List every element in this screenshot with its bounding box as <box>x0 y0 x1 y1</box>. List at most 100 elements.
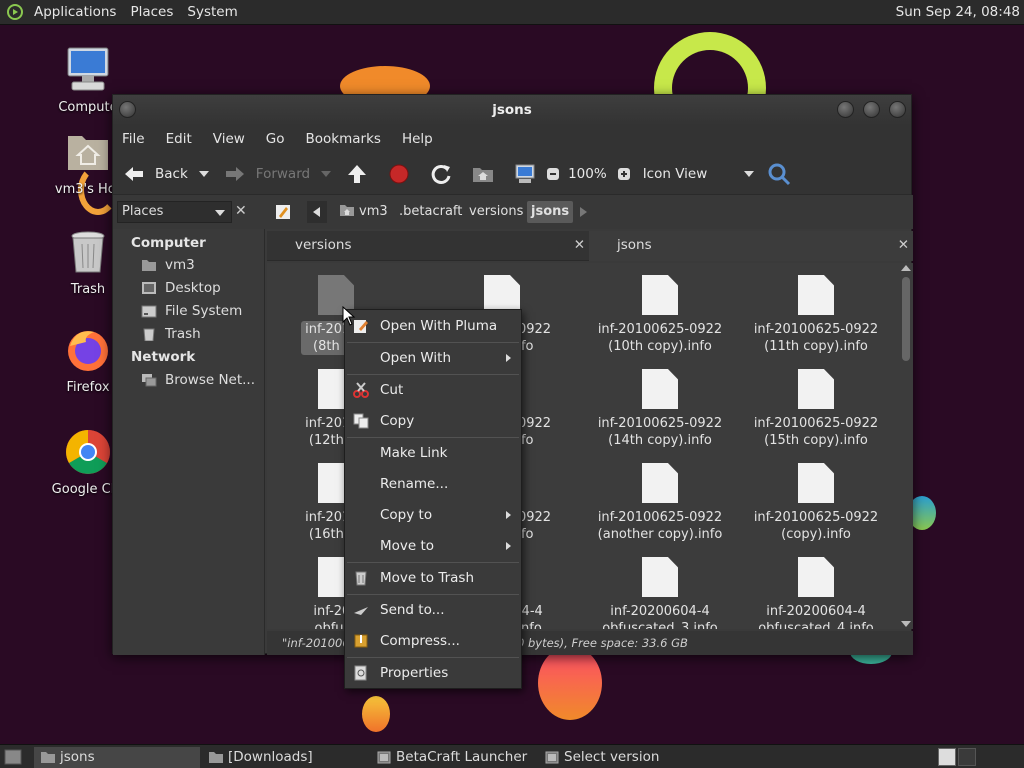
close-tab-icon[interactable]: ✕ <box>898 231 909 259</box>
taskbar-item-select-version[interactable]: Select version <box>538 747 704 768</box>
sidebar-item-vm3[interactable]: vm3 <box>141 257 195 273</box>
menu-item-make-link[interactable]: Make Link <box>345 440 521 466</box>
scroll-down-icon[interactable] <box>901 621 911 627</box>
computer-icon[interactable] <box>514 164 536 184</box>
sidebar-item-trash[interactable]: Trash <box>141 326 201 342</box>
zoom-level[interactable]: 100% <box>568 166 607 182</box>
file-item[interactable]: inf-20100625-0922 (copy).info <box>741 463 891 543</box>
tab-versions[interactable]: versions ✕ <box>267 231 589 261</box>
menu-bookmarks[interactable]: Bookmarks <box>306 131 381 147</box>
stop-icon[interactable] <box>388 163 410 185</box>
file-name: inf-20200604-4 obfuscated_4.info <box>758 604 874 629</box>
edit-location-icon[interactable] <box>275 204 291 220</box>
zoom-in-icon[interactable] <box>617 167 631 181</box>
forward-button[interactable]: Forward <box>224 165 310 183</box>
workspace-switcher-secondary[interactable] <box>958 748 976 766</box>
menu-item-copy[interactable]: Copy <box>345 408 521 434</box>
mate-logo-icon[interactable] <box>6 3 26 21</box>
submenu-arrow-icon <box>506 542 511 550</box>
system-menu[interactable]: System <box>187 4 237 20</box>
view-mode-select[interactable]: Icon View <box>643 166 755 182</box>
minimize-button[interactable] <box>837 101 854 118</box>
file-item[interactable]: inf-20200604-4 obfuscated_4.info <box>741 557 891 629</box>
menu-go[interactable]: Go <box>266 131 285 147</box>
menu-separator <box>347 657 519 658</box>
back-button[interactable]: Back <box>123 165 188 183</box>
close-tab-icon[interactable]: ✕ <box>574 231 585 259</box>
chevron-right-icon[interactable] <box>579 207 589 217</box>
file-item[interactable]: inf-20100625-0922 (15th copy).info <box>741 369 891 449</box>
breadcrumb-vm3[interactable]: vm3 <box>335 201 392 223</box>
applications-menu[interactable]: Applications <box>34 4 116 20</box>
file-name: inf-20100625-0922 (15th copy).info <box>753 416 879 448</box>
send-icon <box>354 607 368 615</box>
back-label: Back <box>155 165 188 182</box>
taskbar-item-label: [Downloads] <box>228 749 313 765</box>
tab-bar: versions ✕ jsons ✕ <box>267 231 913 261</box>
menu-separator <box>347 437 519 438</box>
wallpaper-pink-blob <box>538 646 602 720</box>
up-arrow-icon[interactable] <box>346 163 368 185</box>
scrollbar-thumb[interactable] <box>902 277 910 361</box>
file-item[interactable]: inf-20200604-4 obfuscated_3.info <box>585 557 735 629</box>
window-titlebar[interactable]: jsons <box>113 95 911 125</box>
menu-item-open-with-pluma[interactable]: Open With Pluma <box>345 313 521 339</box>
sidebar-item-browse-network[interactable]: Browse Net... <box>141 372 255 388</box>
sidebar-heading-computer: Computer <box>131 235 206 251</box>
taskbar-item-downloads[interactable]: [Downloads] <box>202 747 368 768</box>
breadcrumb-jsons[interactable]: jsons <box>527 201 574 223</box>
menu-help[interactable]: Help <box>402 131 433 147</box>
menu-item-label: Move to Trash <box>380 570 475 586</box>
menu-item-compress[interactable]: Compress... <box>345 628 521 654</box>
file-item[interactable]: inf-20100625-0922 (11th copy).info <box>741 275 891 355</box>
file-name: inf-20200604-4 obfuscated_3.info <box>602 604 718 629</box>
zoom-out-icon[interactable] <box>546 167 560 181</box>
breadcrumb-betacraft[interactable]: .betacraft <box>395 201 466 223</box>
vertical-scrollbar[interactable] <box>899 263 913 629</box>
home-icon[interactable] <box>472 164 494 184</box>
chevron-down-icon <box>743 170 754 177</box>
menu-item-move-to[interactable]: Move to <box>345 533 521 559</box>
close-button[interactable] <box>889 101 906 118</box>
tab-jsons[interactable]: jsons ✕ <box>589 231 913 261</box>
workspace-switcher[interactable] <box>938 748 956 766</box>
trash-icon <box>143 328 155 341</box>
places-menu[interactable]: Places <box>130 4 173 20</box>
sidebar-item-file-system[interactable]: File System <box>141 303 242 319</box>
clock[interactable]: Sun Sep 24, 08:48 <box>896 4 1020 20</box>
taskbar-item-jsons[interactable]: jsons <box>34 747 200 768</box>
menu-separator <box>347 562 519 563</box>
menu-view[interactable]: View <box>213 131 245 147</box>
breadcrumb-versions[interactable]: versions <box>465 201 527 223</box>
menu-item-cut[interactable]: Cut <box>345 377 521 403</box>
search-icon[interactable] <box>767 162 791 186</box>
taskbar-item-betacraft[interactable]: BetaCraft Launcher ... <box>370 747 536 768</box>
menu-item-rename[interactable]: Rename... <box>345 471 521 497</box>
window-menu-button[interactable] <box>119 101 136 118</box>
file-item[interactable]: inf-20100625-0922 (another copy).info <box>585 463 735 543</box>
bottom-panel: jsons [Downloads] BetaCraft Launcher ...… <box>0 744 1024 768</box>
menu-item-send-to[interactable]: Send to... <box>345 597 521 623</box>
breadcrumb-scroll-left[interactable] <box>307 201 327 223</box>
file-item[interactable]: inf-20100625-0922 (10th copy).info <box>585 275 735 355</box>
text-file-icon <box>798 463 834 503</box>
show-desktop-icon[interactable] <box>4 749 22 765</box>
menu-edit[interactable]: Edit <box>166 131 192 147</box>
menu-file[interactable]: File <box>122 131 145 147</box>
back-history-dropdown-icon[interactable] <box>198 169 210 179</box>
menu-item-move-to-trash[interactable]: Move to Trash <box>345 565 521 591</box>
submenu-arrow-icon <box>506 354 511 362</box>
sidebar-type-select[interactable]: Places <box>117 201 232 223</box>
reload-icon[interactable] <box>430 163 452 185</box>
scroll-up-icon[interactable] <box>901 265 911 271</box>
copy-icon <box>353 413 369 429</box>
menu-item-open-with[interactable]: Open With <box>345 345 521 371</box>
sidebar-item-desktop[interactable]: Desktop <box>141 280 221 296</box>
folder-icon <box>209 752 223 763</box>
forward-history-dropdown-icon[interactable] <box>320 169 332 179</box>
menu-item-copy-to[interactable]: Copy to <box>345 502 521 528</box>
maximize-button[interactable] <box>863 101 880 118</box>
file-item[interactable]: inf-20100625-0922 (14th copy).info <box>585 369 735 449</box>
menu-item-properties[interactable]: Properties <box>345 660 521 686</box>
close-sidebar-icon[interactable]: ✕ <box>235 203 247 219</box>
